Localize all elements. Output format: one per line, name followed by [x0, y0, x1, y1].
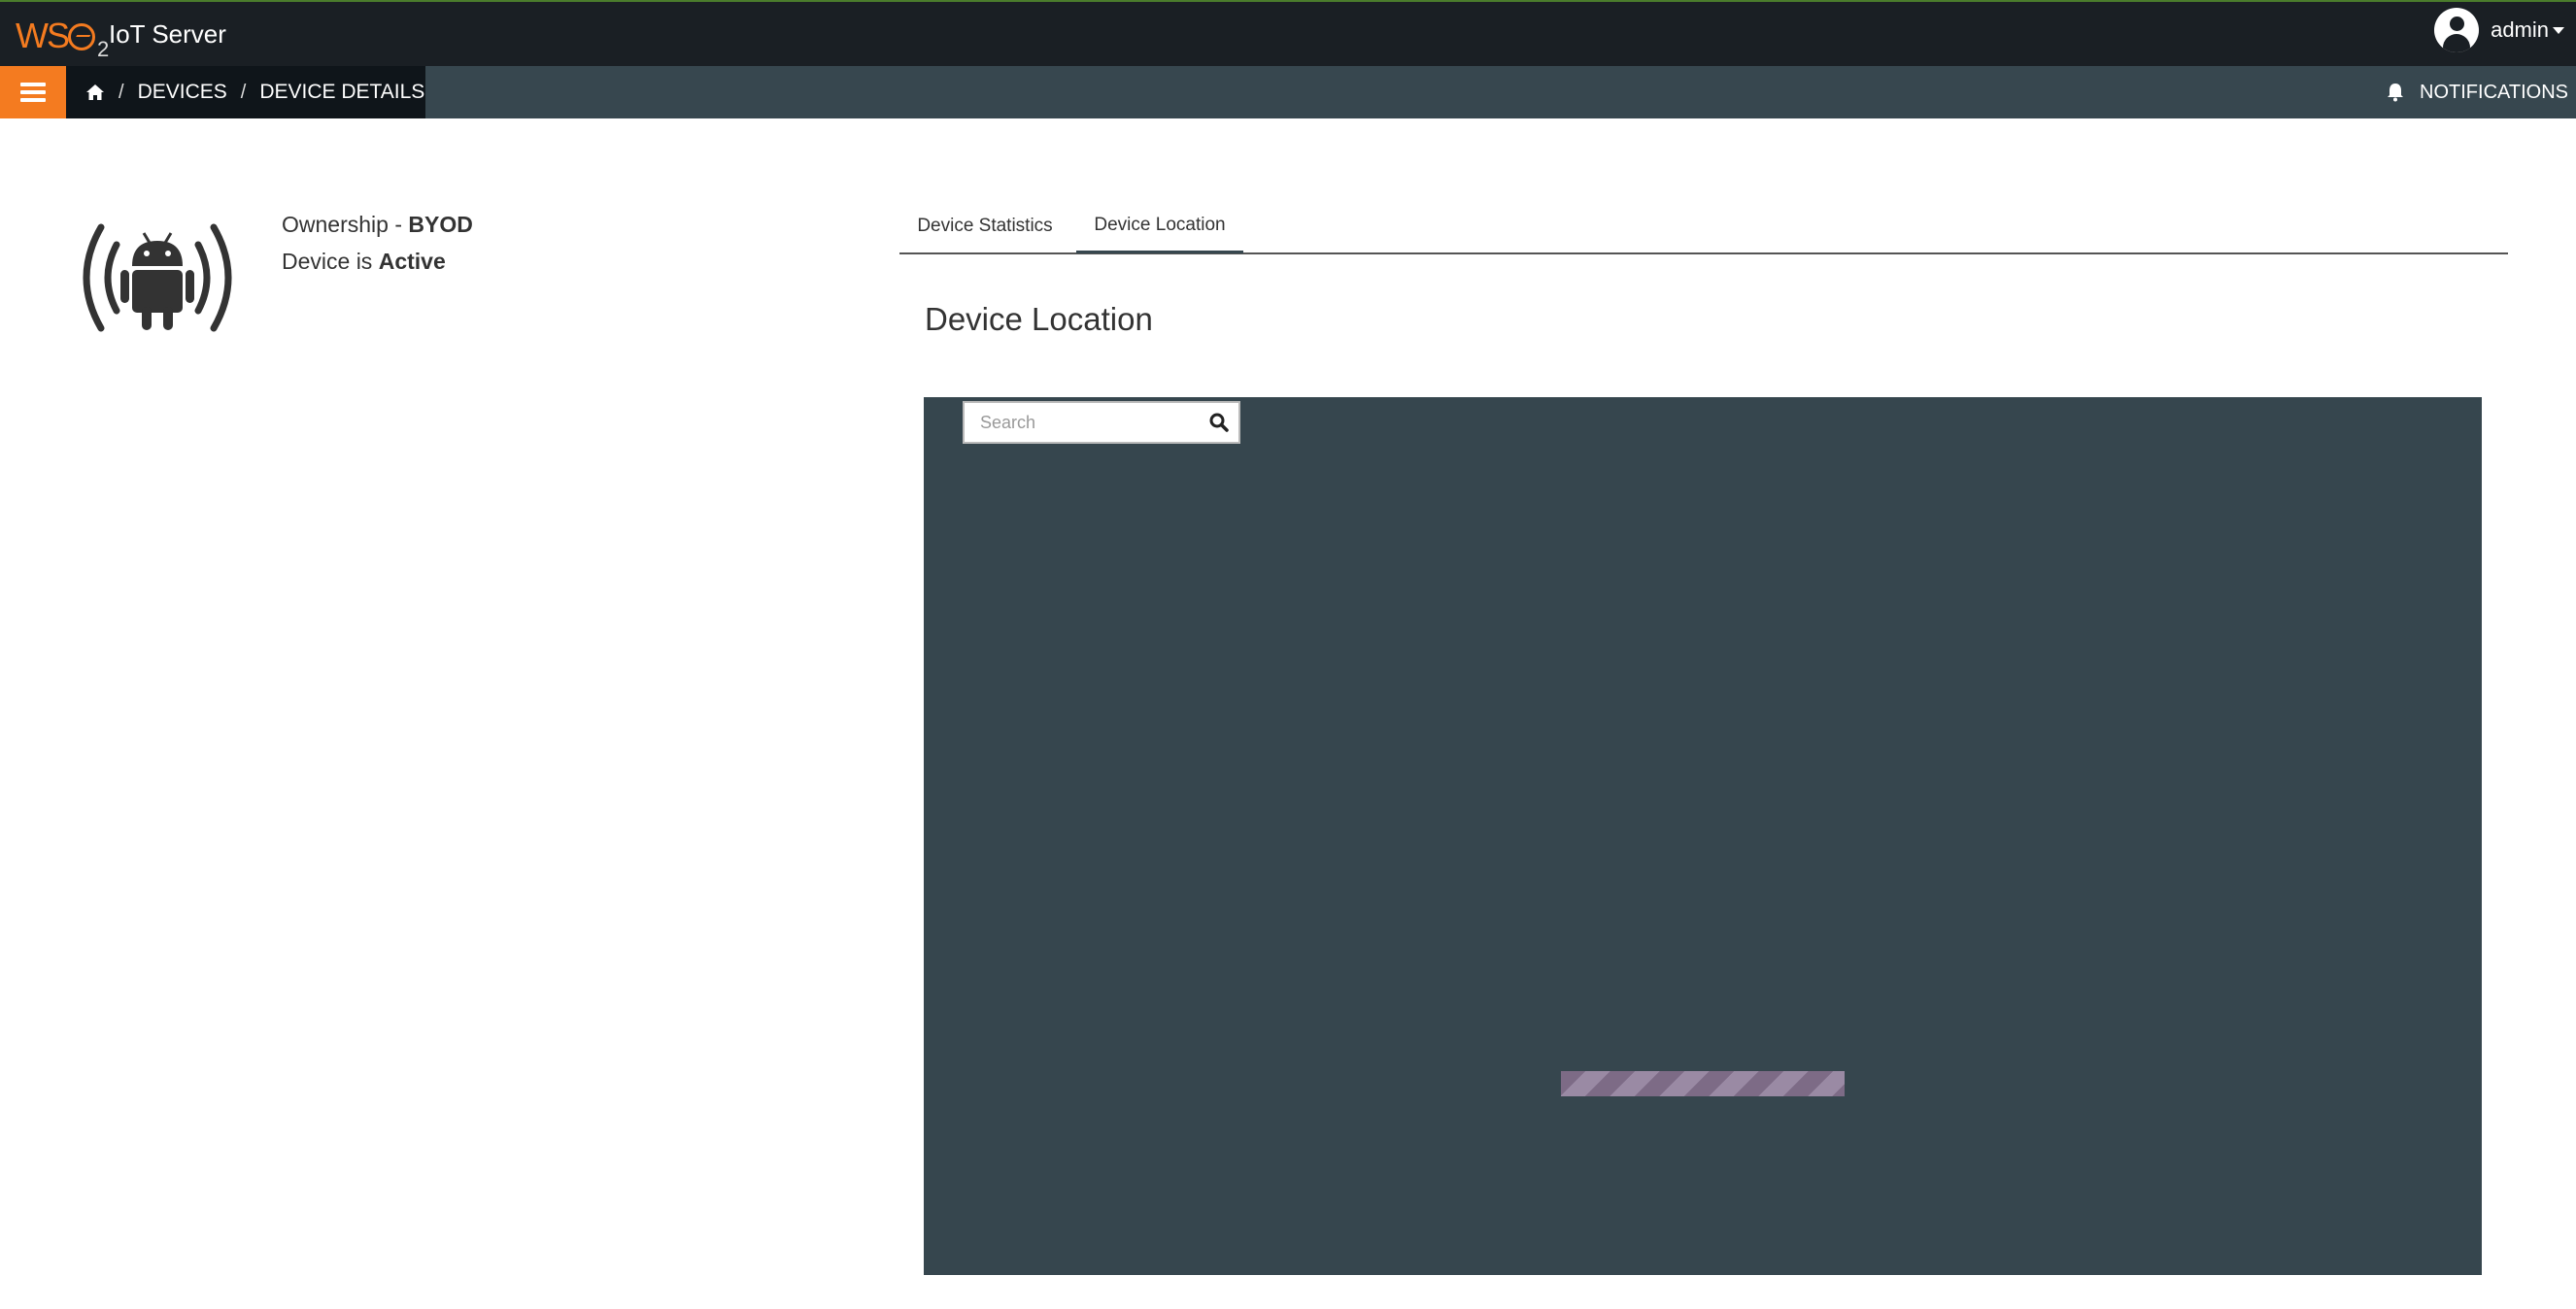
tab-device-location[interactable]: Device Location — [1076, 200, 1243, 253]
notifications-link[interactable]: NOTIFICATIONS — [2387, 66, 2568, 118]
status-value: Active — [378, 249, 446, 274]
breadcrumb: / DEVICES / DEVICE DETAILS — [66, 66, 425, 118]
ownership-value: BYOD — [408, 212, 473, 237]
tab-device-statistics[interactable]: Device Statistics — [899, 200, 1070, 252]
search-icon[interactable] — [1207, 411, 1231, 434]
notifications-label: NOTIFICATIONS — [2420, 81, 2568, 103]
breadcrumb-device-details: DEVICE DETAILS — [259, 81, 425, 103]
user-avatar-icon — [2434, 8, 2480, 52]
user-menu[interactable]: admin — [2434, 8, 2564, 52]
bell-icon — [2387, 83, 2404, 102]
map-loading-bar — [1561, 1071, 1845, 1096]
hamburger-menu-icon — [20, 83, 46, 86]
device-info: Ownership - BYOD Device is Active — [282, 206, 473, 280]
user-name: admin — [2491, 17, 2549, 42]
section-title: Device Location — [925, 301, 1153, 337]
device-tabs: Device Statistics Device Location — [899, 200, 2508, 254]
wso2-logo[interactable]: WS 2 — [16, 14, 109, 60]
map-search-input[interactable] — [965, 403, 1198, 442]
home-icon[interactable] — [85, 84, 105, 101]
top-header: WS 2 IoT Server admin — [0, 0, 2576, 66]
hamburger-menu-button[interactable] — [0, 66, 66, 118]
nav-bar: / DEVICES / DEVICE DETAILS NOTIFICATIONS — [0, 66, 2576, 118]
status-line: Device is Active — [282, 249, 446, 274]
map-search-box — [963, 401, 1240, 444]
android-device-icon — [72, 221, 243, 334]
app-title: IoT Server — [109, 19, 226, 49]
ownership-line: Ownership - BYOD — [282, 212, 473, 237]
device-location-map[interactable] — [924, 397, 2482, 1275]
caret-down-icon — [2553, 26, 2564, 34]
breadcrumb-devices[interactable]: DEVICES — [138, 81, 227, 104]
